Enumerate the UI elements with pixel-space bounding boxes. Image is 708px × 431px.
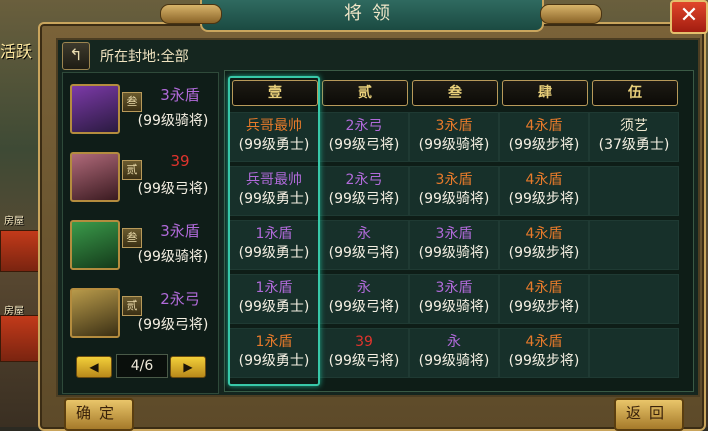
troop-level: (99级弓将) [328, 353, 400, 369]
selected-column-highlight [228, 76, 320, 386]
troop-name: 3永盾 [435, 226, 473, 242]
confirm-button[interactable]: 确定 [64, 398, 134, 431]
troop-name: 永 [357, 226, 371, 242]
troop-name: 永 [357, 280, 371, 296]
rank-badge: 贰 [122, 296, 142, 316]
rank-badge: 叁 [122, 92, 142, 112]
back-arrow-icon[interactable]: ↰ [62, 42, 90, 70]
prev-page-button[interactable]: ◀ [76, 356, 112, 378]
location-label: 所在封地:全部 [100, 49, 189, 65]
grid-cell[interactable]: 永 (99级骑将) [409, 328, 499, 378]
grid-cell[interactable]: 3永盾 (99级骑将) [409, 220, 499, 270]
grid-cell[interactable] [589, 220, 679, 270]
column-header-3: 叁 [412, 80, 498, 106]
page-indicator: 4/6 [116, 354, 168, 378]
troop-level: (99级弓将) [328, 191, 400, 207]
title-ornament [540, 4, 602, 24]
grid-cell[interactable]: 3永盾 (99级骑将) [409, 166, 499, 216]
grid-cell[interactable]: 4永盾 (99级步将) [499, 328, 589, 378]
grid-cell[interactable]: 3永盾 (99级骑将) [409, 112, 499, 162]
troop-level: (99级骑将) [418, 299, 490, 315]
grid-cell[interactable]: 4永盾 (99级步将) [499, 220, 589, 270]
close-button[interactable]: ✕ [670, 0, 708, 34]
general-name: 2永弓 [160, 290, 200, 308]
rank-badge: 贰 [122, 160, 142, 180]
grid-cell[interactable]: 3永盾 (99级骑将) [409, 274, 499, 324]
general-level: (99级骑将) [137, 113, 209, 129]
troop-name: 4永盾 [525, 226, 563, 242]
column-header-4: 肆 [502, 80, 588, 106]
troop-name: 永 [447, 334, 461, 350]
troop-level: (99级步将) [508, 137, 580, 153]
grid-cell[interactable] [589, 274, 679, 324]
troop-name: 3永盾 [435, 280, 473, 296]
grid-cell[interactable] [589, 166, 679, 216]
troop-level: (99级步将) [508, 299, 580, 315]
house-roof [0, 230, 42, 272]
grid-cell[interactable]: 39 (99级弓将) [319, 328, 409, 378]
troop-name: 4永盾 [525, 172, 563, 188]
troop-name: 4永盾 [525, 118, 563, 134]
grid-cell[interactable] [589, 328, 679, 378]
troop-level: (99级骑将) [418, 137, 490, 153]
general-level: (99级骑将) [137, 249, 209, 265]
dialog-title: 将领 [200, 0, 544, 32]
grid-cell[interactable]: 4永盾 (99级步将) [499, 274, 589, 324]
green-general-portrait[interactable] [70, 220, 120, 270]
general-level: (99级弓将) [137, 317, 209, 333]
male-general-portrait[interactable] [70, 84, 120, 134]
title-ornament [160, 4, 222, 24]
troop-level: (99级弓将) [328, 245, 400, 261]
column-header-2: 贰 [322, 80, 408, 106]
grid-cell[interactable]: 2永弓 (99级弓将) [319, 166, 409, 216]
old-general-portrait[interactable] [70, 288, 120, 338]
troop-level: (99级骑将) [418, 245, 490, 261]
general-level: (99级弓将) [137, 181, 209, 197]
grid-cell[interactable]: 永 (99级弓将) [319, 274, 409, 324]
female-general-portrait[interactable] [70, 152, 120, 202]
troop-level: (37级勇士) [598, 137, 670, 153]
house-roof [0, 315, 42, 362]
troop-name: 4永盾 [525, 334, 563, 350]
column-header-5: 伍 [592, 80, 678, 106]
side-label-active[interactable]: 活跃 [0, 38, 32, 62]
troop-level: (99级骑将) [418, 191, 490, 207]
grid-cell[interactable]: 须艺 (37级勇士) [589, 112, 679, 162]
troop-level: (99级步将) [508, 191, 580, 207]
side-label-house[interactable]: 房屋 [4, 302, 24, 317]
grid-cell[interactable]: 4永盾 (99级步将) [499, 166, 589, 216]
grid-cell[interactable]: 永 (99级弓将) [319, 220, 409, 270]
rank-badge: 叁 [122, 228, 142, 248]
general-name: 3永盾 [160, 86, 200, 104]
next-page-button[interactable]: ▶ [170, 356, 206, 378]
troop-name: 3永盾 [435, 118, 473, 134]
troop-name: 39 [355, 334, 373, 350]
troop-name: 3永盾 [435, 172, 473, 188]
troop-name: 2永弓 [345, 118, 383, 134]
troop-level: (99级弓将) [328, 299, 400, 315]
troop-level: (99级步将) [508, 245, 580, 261]
troop-level: (99级步将) [508, 353, 580, 369]
troop-name: 2永弓 [345, 172, 383, 188]
general-name: 3永盾 [160, 222, 200, 240]
grid-cell[interactable]: 2永弓 (99级弓将) [319, 112, 409, 162]
grid-cell[interactable]: 4永盾 (99级步将) [499, 112, 589, 162]
general-name: 39 [170, 152, 190, 170]
troop-name: 4永盾 [525, 280, 563, 296]
side-label-house[interactable]: 房屋 [4, 212, 24, 227]
return-button[interactable]: 返回 [614, 398, 684, 431]
troop-level: (99级弓将) [328, 137, 400, 153]
troop-name: 须艺 [620, 118, 648, 134]
troop-level: (99级骑将) [418, 353, 490, 369]
